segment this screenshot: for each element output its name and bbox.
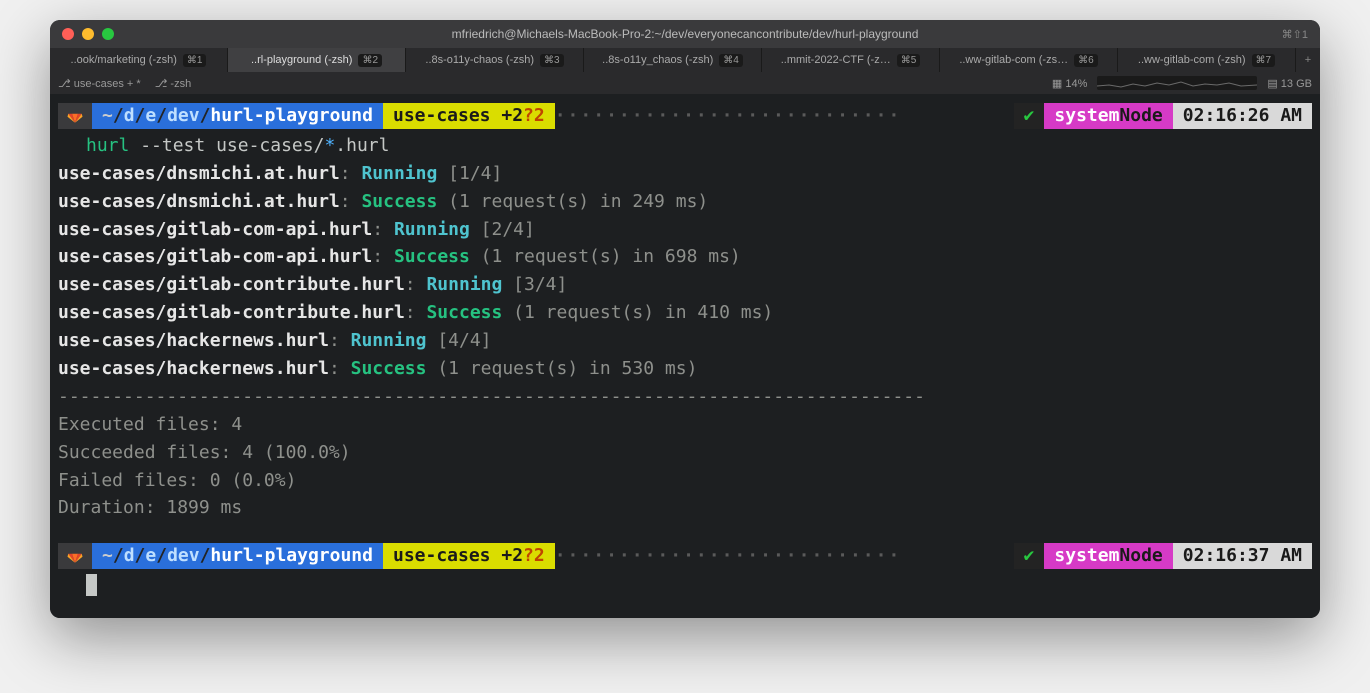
prompt-dots: ··························· — [555, 542, 1014, 570]
cpu-indicator: ▦ 14% — [1052, 77, 1087, 90]
prompt-dots: ··························· — [555, 102, 1014, 130]
tab[interactable]: ..ook/marketing (-zsh)⌘1 — [50, 48, 228, 72]
traffic-lights — [62, 28, 114, 40]
status-item[interactable]: ⎇ -zsh — [155, 77, 192, 90]
command-line: hurl --test use-cases/*.hurl — [58, 132, 1312, 160]
add-tab-icon[interactable]: + — [1296, 48, 1320, 72]
prompt-line-1: ~/d/e/dev/hurl-playground use-cases +2 ?… — [58, 102, 1312, 130]
output-success-line: use-cases/dnsmichi.at.hurl: Success (1 r… — [58, 188, 1312, 216]
titlebar: mfriedrich@Michaels-MacBook-Pro-2:~/dev/… — [50, 20, 1320, 48]
prompt-branch: use-cases +2 ?2 — [383, 103, 555, 129]
cpu-sparkline — [1097, 76, 1257, 90]
prompt-time: 02:16:26 AM — [1173, 103, 1312, 129]
output-success-line: use-cases/gitlab-com-api.hurl: Success (… — [58, 243, 1312, 271]
window-title: mfriedrich@Michaels-MacBook-Pro-2:~/dev/… — [452, 27, 919, 41]
statusbar: ⎇ use-cases + * ⎇ -zsh ▦ 14% ▤ 13 GB — [50, 72, 1320, 94]
tab[interactable]: ..ww-gitlab-com (-zs…⌘6 — [940, 48, 1118, 72]
close-icon[interactable] — [62, 28, 74, 40]
tab[interactable]: ..rl-playground (-zsh)⌘2 — [228, 48, 406, 72]
terminal-body[interactable]: ~/d/e/dev/hurl-playground use-cases +2 ?… — [50, 94, 1320, 618]
divider: ----------------------------------------… — [58, 383, 1312, 411]
window-shortcut: ⌘⇧1 — [1282, 28, 1308, 41]
output-success-line: use-cases/hackernews.hurl: Success (1 re… — [58, 355, 1312, 383]
gitlab-icon — [58, 543, 92, 569]
check-icon: ✔ — [1014, 103, 1045, 129]
summary-failed: Failed files: 0 (0.0%) — [58, 467, 1312, 495]
tab[interactable]: ..ww-gitlab-com (-zsh)⌘7 — [1118, 48, 1296, 72]
tab[interactable]: ..8s-o11y-chaos (-zsh)⌘3 — [406, 48, 584, 72]
status-item[interactable]: ⎇ use-cases + * — [58, 77, 141, 90]
tab[interactable]: ..8s-o11y_chaos (-zsh)⌘4 — [584, 48, 762, 72]
prompt-runtime: system Node — [1044, 543, 1172, 569]
terminal-window: mfriedrich@Michaels-MacBook-Pro-2:~/dev/… — [50, 20, 1320, 618]
summary-succeeded: Succeeded files: 4 (100.0%) — [58, 439, 1312, 467]
command-output: use-cases/dnsmichi.at.hurl: Running [1/4… — [58, 160, 1312, 383]
prompt-runtime: system Node — [1044, 103, 1172, 129]
output-running-line: use-cases/hackernews.hurl: Running [4/4] — [58, 327, 1312, 355]
prompt-branch: use-cases +2 ?2 — [383, 543, 555, 569]
prompt-time: 02:16:37 AM — [1173, 543, 1312, 569]
mem-indicator: ▤ 13 GB — [1267, 77, 1312, 90]
maximize-icon[interactable] — [102, 28, 114, 40]
check-icon: ✔ — [1014, 543, 1045, 569]
cursor — [86, 574, 97, 596]
output-running-line: use-cases/gitlab-com-api.hurl: Running [… — [58, 216, 1312, 244]
summary-executed: Executed files: 4 — [58, 411, 1312, 439]
tabbar: ..ook/marketing (-zsh)⌘1..rl-playground … — [50, 48, 1320, 72]
minimize-icon[interactable] — [82, 28, 94, 40]
prompt-path: ~/d/e/dev/hurl-playground — [92, 543, 383, 569]
tab[interactable]: ..mmit-2022-CTF (-z…⌘5 — [762, 48, 940, 72]
prompt-path: ~/d/e/dev/hurl-playground — [92, 103, 383, 129]
output-running-line: use-cases/gitlab-contribute.hurl: Runnin… — [58, 271, 1312, 299]
output-success-line: use-cases/gitlab-contribute.hurl: Succes… — [58, 299, 1312, 327]
gitlab-icon — [58, 103, 92, 129]
summary-duration: Duration: 1899 ms — [58, 494, 1312, 522]
prompt-line-2: ~/d/e/dev/hurl-playground use-cases +2 ?… — [58, 542, 1312, 570]
output-running-line: use-cases/dnsmichi.at.hurl: Running [1/4… — [58, 160, 1312, 188]
